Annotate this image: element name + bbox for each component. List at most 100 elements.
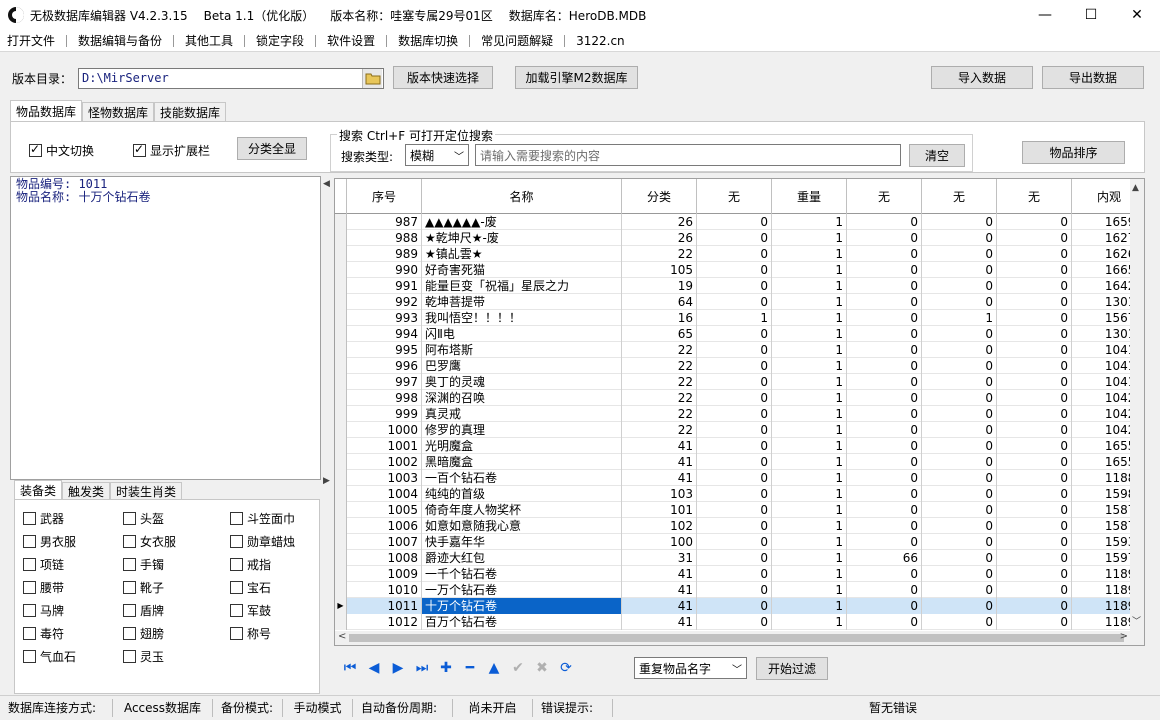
- search-type-select[interactable]: 模糊 ﹀: [405, 144, 469, 166]
- table-cell[interactable]: 1: [772, 262, 847, 278]
- table-cell[interactable]: 1: [772, 550, 847, 566]
- table-cell[interactable]: 0: [697, 582, 772, 598]
- table-cell[interactable]: 0: [697, 550, 772, 566]
- table-cell[interactable]: 992: [347, 294, 422, 310]
- table-cell[interactable]: 22: [622, 374, 697, 390]
- table-cell[interactable]: 0: [847, 598, 922, 614]
- table-cell[interactable]: 41: [622, 470, 697, 486]
- column-header[interactable]: 名称: [422, 179, 622, 214]
- tab-skills[interactable]: 技能数据库: [154, 102, 227, 122]
- first-record-icon[interactable]: ⏮: [338, 657, 362, 679]
- table-cell[interactable]: 1004: [347, 486, 422, 502]
- table-cell[interactable]: 光明魔盒: [422, 438, 622, 454]
- table-cell[interactable]: 1006: [347, 518, 422, 534]
- table-cell[interactable]: 0: [997, 438, 1072, 454]
- table-row[interactable]: 1010 一万个钻石卷 41 0 1 0 0 0 11892: [335, 582, 1144, 598]
- scroll-left-icon[interactable]: <: [338, 631, 346, 642]
- table-cell[interactable]: 1: [772, 214, 847, 230]
- table-row[interactable]: 994 闪Ⅱ电 65 0 1 0 0 0 13012: [335, 326, 1144, 342]
- table-cell[interactable]: 0: [697, 390, 772, 406]
- table-cell[interactable]: 0: [922, 342, 997, 358]
- table-cell[interactable]: 0: [922, 422, 997, 438]
- category-checkbox[interactable]: 盾牌: [123, 602, 164, 619]
- table-cell[interactable]: 105: [622, 262, 697, 278]
- table-cell[interactable]: 0: [847, 342, 922, 358]
- table-cell[interactable]: 1: [922, 310, 997, 326]
- tab-equipment[interactable]: 装备类: [14, 480, 63, 500]
- table-cell[interactable]: 0: [697, 262, 772, 278]
- table-cell[interactable]: 100: [622, 534, 697, 550]
- table-cell[interactable]: 103: [622, 486, 697, 502]
- table-cell[interactable]: 1: [772, 598, 847, 614]
- table-cell[interactable]: 0: [847, 358, 922, 374]
- table-cell[interactable]: 0: [697, 470, 772, 486]
- table-cell[interactable]: 0: [997, 358, 1072, 374]
- category-checkbox[interactable]: 靴子: [123, 579, 164, 596]
- table-row[interactable]: 996 巴罗鹰 22 0 1 0 0 0 10417: [335, 358, 1144, 374]
- category-checkbox[interactable]: 马牌: [23, 602, 64, 619]
- table-cell[interactable]: 0: [847, 454, 922, 470]
- table-cell[interactable]: 0: [847, 390, 922, 406]
- column-header[interactable]: 无: [697, 179, 772, 214]
- table-cell[interactable]: 0: [697, 230, 772, 246]
- table-cell[interactable]: 1008: [347, 550, 422, 566]
- table-cell[interactable]: 0: [847, 470, 922, 486]
- table-cell[interactable]: 0: [697, 598, 772, 614]
- table-row[interactable]: 1008 爵迹大红包 31 0 1 66 0 0 15973: [335, 550, 1144, 566]
- table-cell[interactable]: 爵迹大红包: [422, 550, 622, 566]
- table-cell[interactable]: 0: [697, 438, 772, 454]
- table-cell[interactable]: 黑暗魔盒: [422, 454, 622, 470]
- table-row[interactable]: 999 真灵戒 22 0 1 0 0 0 10421: [335, 406, 1144, 422]
- table-row[interactable]: 1000 修罗的真理 22 0 1 0 0 0 10422: [335, 422, 1144, 438]
- category-checkbox[interactable]: 宝石: [230, 579, 271, 596]
- table-cell[interactable]: 994: [347, 326, 422, 342]
- table-cell[interactable]: 0: [922, 406, 997, 422]
- table-row[interactable]: 993 我叫悟空！！！！ 16 1 1 0 1 0 15678: [335, 310, 1144, 326]
- table-cell[interactable]: 修罗的真理: [422, 422, 622, 438]
- table-cell[interactable]: 0: [847, 406, 922, 422]
- table-cell[interactable]: 995: [347, 342, 422, 358]
- table-cell[interactable]: 0: [697, 374, 772, 390]
- edit-record-icon[interactable]: ▲: [482, 657, 506, 679]
- table-cell[interactable]: 22: [622, 246, 697, 262]
- table-cell[interactable]: 1: [772, 518, 847, 534]
- menu-website[interactable]: 3122.cn: [569, 31, 632, 51]
- refresh-icon[interactable]: ⟳: [554, 657, 578, 679]
- category-checkbox[interactable]: 灵玉: [123, 648, 164, 665]
- table-cell[interactable]: 0: [697, 294, 772, 310]
- table-cell[interactable]: 1: [772, 294, 847, 310]
- table-cell[interactable]: 996: [347, 358, 422, 374]
- table-cell[interactable]: 0: [697, 486, 772, 502]
- table-cell[interactable]: 987: [347, 214, 422, 230]
- table-cell[interactable]: 倚奇年度人物奖杯: [422, 502, 622, 518]
- table-cell[interactable]: 0: [997, 614, 1072, 630]
- table-cell[interactable]: 1007: [347, 534, 422, 550]
- table-row[interactable]: 997 奥丁的灵魂 22 0 1 0 0 0 10418: [335, 374, 1144, 390]
- column-header[interactable]: 分类: [622, 179, 697, 214]
- table-cell[interactable]: 1009: [347, 566, 422, 582]
- table-cell[interactable]: 0: [847, 438, 922, 454]
- table-cell[interactable]: ▲▲▲▲▲▲-废: [422, 214, 622, 230]
- table-cell[interactable]: 快手嘉年华: [422, 534, 622, 550]
- import-data-button[interactable]: 导入数据: [931, 66, 1033, 89]
- table-cell[interactable]: 1: [772, 470, 847, 486]
- category-checkbox[interactable]: 毒符: [23, 625, 64, 642]
- table-cell[interactable]: 1: [772, 358, 847, 374]
- search-input[interactable]: 请输入需要搜索的内容: [475, 144, 901, 166]
- scroll-down-icon[interactable]: ﹀: [1132, 614, 1141, 627]
- table-cell[interactable]: 0: [922, 438, 997, 454]
- table-cell[interactable]: 0: [997, 230, 1072, 246]
- tab-fashion-zodiac[interactable]: 时装生肖类: [110, 482, 183, 500]
- table-cell[interactable]: 0: [997, 310, 1072, 326]
- menu-settings[interactable]: 软件设置: [320, 31, 382, 51]
- table-cell[interactable]: 0: [997, 534, 1072, 550]
- last-record-icon[interactable]: ⏭: [410, 657, 434, 679]
- table-cell[interactable]: 1001: [347, 438, 422, 454]
- table-cell[interactable]: 1003: [347, 470, 422, 486]
- category-checkbox[interactable]: 男衣服: [23, 533, 76, 550]
- table-cell[interactable]: 0: [847, 502, 922, 518]
- table-cell[interactable]: 0: [997, 598, 1072, 614]
- table-cell[interactable]: 0: [922, 502, 997, 518]
- menu-edit-backup[interactable]: 数据编辑与备份: [71, 31, 169, 51]
- category-checkbox[interactable]: 勋章蜡烛: [230, 533, 295, 550]
